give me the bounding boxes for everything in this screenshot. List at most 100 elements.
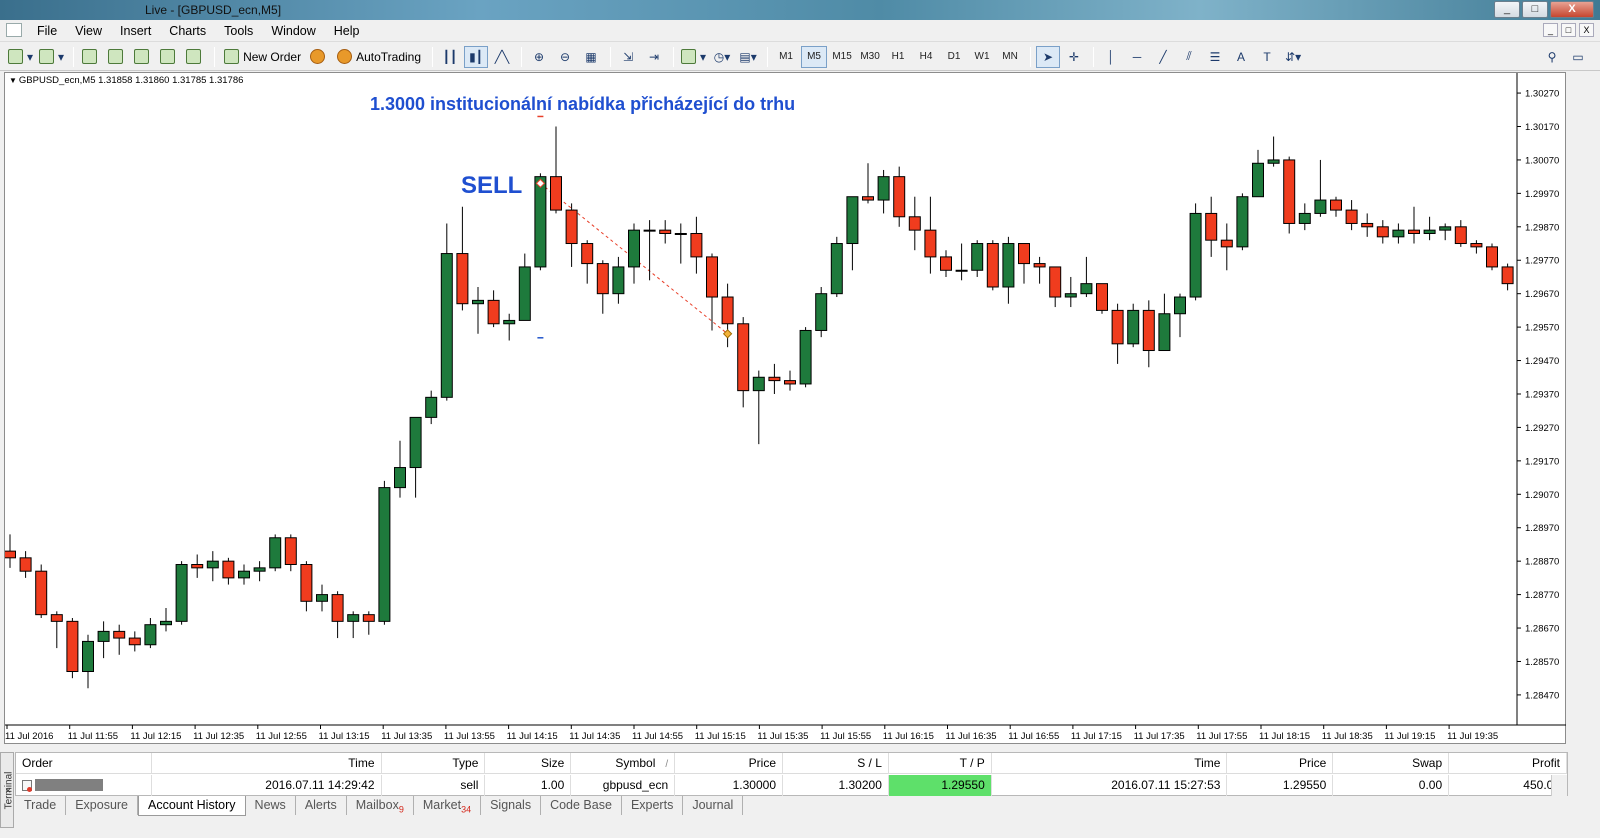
timeframe-m30[interactable]: M30 [857, 46, 883, 68]
col-sl[interactable]: S / L [783, 753, 889, 774]
terminal-side-tab[interactable]: × Terminal [0, 752, 15, 828]
metaeditor-button[interactable] [307, 46, 331, 68]
col-tp[interactable]: T / P [889, 753, 992, 774]
periods-button[interactable]: ◷ ▾ [710, 46, 734, 68]
timeframe-w1[interactable]: W1 [969, 46, 995, 68]
menu-insert[interactable]: Insert [111, 24, 160, 38]
tile-windows-button[interactable]: ▦ [579, 46, 603, 68]
profiles-button[interactable]: ▾ [37, 46, 66, 68]
maximize-button[interactable]: □ [1522, 1, 1548, 18]
search-icon: ⚲ [1547, 49, 1557, 64]
price-tick-label: 1.29070 [1525, 490, 1559, 501]
menu-charts[interactable]: Charts [160, 24, 215, 38]
chat-button[interactable]: ▭ [1566, 46, 1590, 68]
col-symbol[interactable]: Symbol / [571, 753, 676, 774]
history-table: Order Time Type Size Symbol / Price S / … [15, 752, 1568, 796]
price-chart[interactable]: 1.30270 1.30170 1.30070 1.29970 1.29870 1.297… [5, 73, 1567, 745]
timeframe-m1[interactable]: M1 [773, 46, 799, 68]
tab-market[interactable]: Market34 [414, 796, 482, 815]
market-badge: 34 [461, 804, 472, 815]
arrows-button[interactable]: ⇵ ▾ [1281, 46, 1305, 68]
horizontal-line-button[interactable]: ─ [1125, 46, 1149, 68]
indicators-button[interactable]: ▾ [679, 46, 708, 68]
timeframe-m5[interactable]: M5 [801, 45, 828, 68]
terminal-button[interactable] [157, 46, 181, 68]
col-close-time[interactable]: Time [992, 753, 1228, 774]
navigator-button[interactable] [105, 46, 129, 68]
crosshair-tool-button[interactable]: ✛ [1062, 46, 1086, 68]
sl-cell: 1.30200 [783, 775, 889, 796]
tab-code-base[interactable]: Code Base [541, 796, 622, 815]
tab-mailbox[interactable]: Mailbox9 [347, 796, 414, 815]
chart-shift-button[interactable]: ⇥ [642, 46, 666, 68]
text-tool-button[interactable]: A [1229, 46, 1253, 68]
bear-candle [300, 564, 313, 602]
tab-exposure[interactable]: Exposure [66, 796, 139, 815]
col-order[interactable]: Order [16, 753, 152, 774]
fibonacci-button[interactable]: ☰ [1203, 46, 1227, 68]
close-button[interactable]: X [1550, 1, 1594, 18]
timeframe-d1[interactable]: D1 [941, 46, 967, 68]
zoom-in-button[interactable]: ⊕ [527, 46, 551, 68]
col-swap[interactable]: Swap [1333, 753, 1450, 774]
new-order-button[interactable]: New Order [220, 46, 305, 68]
bull-candle [1439, 226, 1452, 231]
col-close-price[interactable]: Price [1227, 753, 1334, 774]
text-label-button[interactable]: T [1255, 46, 1279, 68]
menu-help[interactable]: Help [325, 24, 369, 38]
tab-account-history[interactable]: Account History [138, 796, 246, 816]
vertical-line-button[interactable]: │ [1099, 46, 1123, 68]
bear-candle [862, 196, 874, 201]
price-tick-label: 1.29670 [1525, 289, 1559, 300]
minimize-button[interactable]: _ [1494, 1, 1520, 18]
chart-window[interactable]: ▼ GBPUSD_ecn,M5 1.31858 1.31860 1.31785 1… [4, 72, 1567, 745]
timeframe-h1[interactable]: H1 [885, 46, 911, 68]
tab-alerts[interactable]: Alerts [296, 796, 347, 815]
col-time[interactable]: Time [152, 753, 382, 774]
bear-candle [1408, 229, 1420, 234]
toolbar-separator [432, 46, 434, 67]
bull-candle [394, 467, 406, 489]
line-chart-button[interactable]: ╱╲ [490, 46, 514, 68]
cursor-tool-button[interactable]: ➤ [1036, 45, 1061, 68]
menu-view[interactable]: View [66, 24, 111, 38]
autotrading-button[interactable]: AutoTrading [333, 46, 425, 68]
trendline-button[interactable]: ╱ [1151, 46, 1175, 68]
col-price[interactable]: Price [675, 753, 784, 774]
mdi-minimize-button[interactable]: _ [1543, 23, 1558, 37]
tab-news[interactable]: News [246, 796, 296, 815]
col-size[interactable]: Size [485, 753, 572, 774]
menu-file[interactable]: File [28, 24, 66, 38]
table-scrollbar[interactable] [1551, 775, 1567, 796]
table-row[interactable]: 2016.07.11 14:29:42 sell 1.00 gbpusd_ecn… [16, 775, 1567, 796]
timeframe-mn[interactable]: MN [997, 46, 1023, 68]
new-chart-button[interactable]: ▾ [6, 46, 35, 68]
col-profit[interactable]: Profit [1449, 753, 1567, 774]
mdi-restore-button[interactable]: □ [1561, 23, 1576, 37]
chart-window-icon[interactable] [6, 23, 22, 37]
menu-tools[interactable]: Tools [215, 24, 262, 38]
zoom-out-button[interactable]: ⊖ [553, 46, 577, 68]
search-button[interactable]: ⚲ [1540, 46, 1564, 68]
time-tick-label: 11 Jul 14:15 [507, 731, 558, 742]
candlestick-button[interactable]: ▮┃ [464, 45, 489, 68]
menu-window[interactable]: Window [262, 24, 324, 38]
templates-button[interactable]: ▤ ▾ [736, 46, 760, 68]
data-window-button[interactable] [131, 46, 155, 68]
bar-chart-button[interactable]: ┃┃ [438, 46, 462, 68]
auto-scroll-button[interactable]: ⇲ [616, 46, 640, 68]
col-type[interactable]: Type [382, 753, 486, 774]
timeframe-m15[interactable]: M15 [829, 46, 855, 68]
tab-trade[interactable]: Trade [15, 796, 67, 815]
tab-signals[interactable]: Signals [481, 796, 542, 815]
channel-button[interactable]: ⫽ [1177, 46, 1201, 68]
time-tick-label: 11 Jul 11:55 [68, 731, 118, 742]
market-watch-button[interactable] [79, 46, 103, 68]
toolbar-separator [1093, 46, 1095, 67]
timeframe-h4[interactable]: H4 [913, 46, 939, 68]
zoom-in-icon: ⊕ [533, 49, 545, 64]
strategy-tester-button[interactable] [183, 46, 207, 68]
tab-journal[interactable]: Journal [683, 796, 744, 815]
mdi-close-button[interactable]: X [1579, 23, 1594, 37]
tab-experts[interactable]: Experts [622, 796, 684, 815]
